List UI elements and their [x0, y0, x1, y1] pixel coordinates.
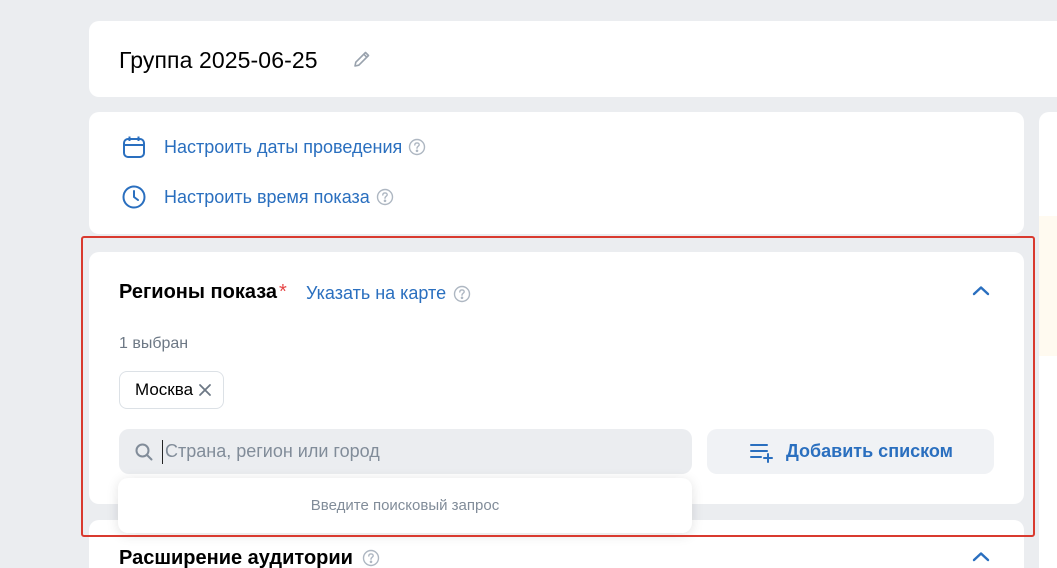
region-search-field[interactable] — [119, 429, 692, 474]
search-dropdown: Введите поисковый запрос — [118, 478, 692, 533]
question-circle-icon[interactable] — [376, 188, 394, 206]
close-icon[interactable] — [197, 382, 213, 398]
pencil-icon[interactable] — [352, 49, 372, 69]
list-add-icon — [750, 443, 773, 463]
chevron-up-icon[interactable] — [968, 544, 994, 568]
add-list-button[interactable]: Добавить списком — [707, 429, 994, 474]
question-circle-icon[interactable] — [362, 549, 380, 567]
clock-icon — [122, 185, 146, 209]
schedule-card: Настроить даты проведения Настроить врем… — [89, 112, 1024, 234]
configure-dates-link[interactable]: Настроить даты проведения — [121, 134, 426, 160]
regions-title: Регионы показа * — [119, 281, 287, 304]
configure-time-label: Настроить время показа — [164, 186, 370, 207]
page-title: Группа 2025-06-25 — [119, 47, 318, 73]
required-mark: * — [279, 281, 287, 303]
add-list-label: Добавить списком — [786, 441, 953, 461]
question-circle-icon[interactable] — [408, 138, 426, 156]
search-dropdown-hint: Введите поисковый запрос — [310, 497, 500, 514]
calendar-icon — [123, 136, 145, 158]
configure-dates-label: Настроить даты проведения — [164, 136, 403, 157]
group-title-card: Группа 2025-06-25 — [89, 21, 1057, 97]
region-chip: Москва — [119, 371, 225, 409]
audience-title: Расширение аудитории — [119, 547, 353, 568]
chevron-up-icon[interactable] — [968, 278, 994, 304]
specify-on-map-link[interactable]: Указать на карте — [306, 283, 446, 304]
configure-time-link[interactable]: Настроить время показа — [121, 184, 394, 210]
side-panel-notice — [1039, 216, 1057, 356]
region-chip-label: Москва — [135, 380, 194, 399]
question-circle-icon[interactable] — [453, 285, 471, 303]
search-icon — [135, 443, 153, 460]
selected-count: 1 выбран — [119, 335, 189, 352]
regions-title-text: Регионы показа — [119, 281, 277, 303]
region-search-input[interactable] — [162, 439, 662, 464]
regions-card: Регионы показа * Указать на карте 1 выбра… — [89, 252, 1024, 504]
